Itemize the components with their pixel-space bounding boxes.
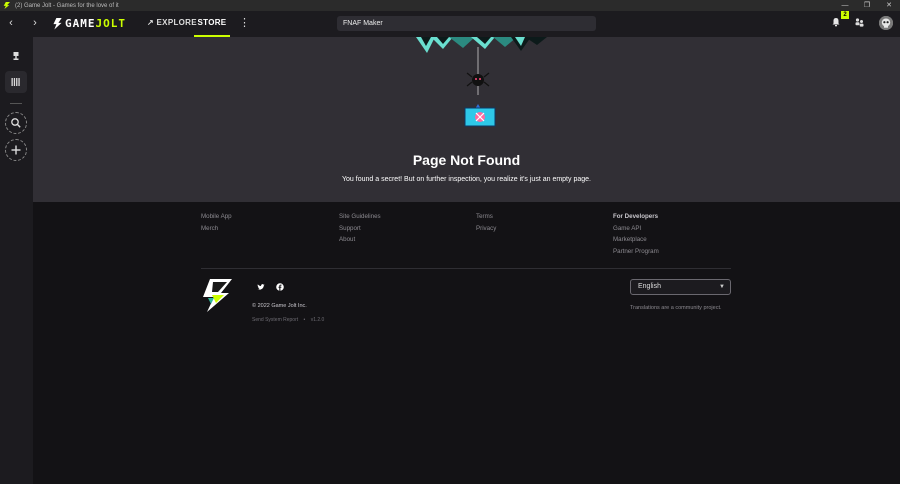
logo-word-jolt: JOLT xyxy=(95,17,126,30)
footer-heading-developers: For Developers xyxy=(613,213,659,220)
page-not-found-message: You found a secret! But on further inspe… xyxy=(342,176,591,183)
facebook-icon[interactable] xyxy=(276,283,284,291)
sidebar-library-button[interactable] xyxy=(5,71,27,93)
twitter-icon[interactable] xyxy=(257,283,265,291)
trophy-icon xyxy=(13,52,19,60)
bolt-icon xyxy=(53,17,62,30)
nav-store[interactable]: STORE xyxy=(194,11,230,37)
notification-count-badge: 2 xyxy=(841,11,849,19)
window-controls: — ❐ ✕ xyxy=(834,0,900,11)
language-select[interactable]: English ▼ xyxy=(630,279,731,295)
notification-bell-icon[interactable] xyxy=(831,17,841,27)
sidebar-add-button[interactable] xyxy=(5,139,27,161)
footer-link-site-guidelines[interactable]: Site Guidelines xyxy=(339,211,381,223)
skull-avatar-icon xyxy=(879,16,893,30)
footer-link-merch[interactable]: Merch xyxy=(201,223,232,235)
translations-note: Translations are a community project. xyxy=(630,305,722,311)
sidebar-search-button[interactable] xyxy=(5,112,27,134)
game-jolt-app-icon xyxy=(3,2,10,9)
sidebar-trophy-button[interactable] xyxy=(5,45,27,67)
chevron-down-icon: ▼ xyxy=(719,284,725,290)
friends-icon[interactable] xyxy=(854,17,865,28)
send-system-report-link[interactable]: Send System Report xyxy=(252,317,298,323)
more-menu-button[interactable]: ⋮ xyxy=(239,17,250,29)
game-jolt-logo[interactable]: GAME JOLT xyxy=(53,17,126,30)
system-report-row: Send System Report • v1.2.0 xyxy=(252,317,324,323)
forward-button[interactable]: › xyxy=(28,16,42,30)
footer-link-terms[interactable]: Terms xyxy=(476,211,496,223)
minimize-button[interactable]: — xyxy=(834,0,856,11)
page-not-found-panel: Page Not Found You found a secret! But o… xyxy=(33,37,900,202)
logo-word-game: GAME xyxy=(65,17,96,30)
left-sidebar xyxy=(0,37,33,484)
window-title: (2) Game Jolt - Games for the love of it xyxy=(15,2,119,9)
close-window-button[interactable]: ✕ xyxy=(878,0,900,11)
footer-link-support[interactable]: Support xyxy=(339,223,381,235)
window-titlebar: (2) Game Jolt - Games for the love of it… xyxy=(0,0,900,11)
explore-icon: ↗ xyxy=(147,18,155,27)
page-title: Page Not Found xyxy=(412,152,521,168)
hanging-spider-illustration xyxy=(416,37,547,127)
nav-explore[interactable]: ↗ EXPLORE xyxy=(147,11,197,37)
plus-icon xyxy=(11,145,21,155)
search-input[interactable] xyxy=(337,16,596,31)
nav-store-label: STORE xyxy=(197,18,227,27)
footer-column-1: Mobile App Merch xyxy=(201,211,232,234)
footer-link-privacy[interactable]: Privacy xyxy=(476,223,496,235)
footer-column-3: Terms Privacy xyxy=(476,211,496,234)
separator-bullet: • xyxy=(303,317,306,323)
version-label: v1.2.0 xyxy=(310,317,325,323)
copyright-text: © 2022 Game Jolt Inc. xyxy=(252,303,307,309)
back-button[interactable]: ‹ xyxy=(4,16,18,30)
footer-link-about[interactable]: About xyxy=(339,234,381,246)
footer-column-2: Site Guidelines Support About xyxy=(339,211,381,246)
maximize-button[interactable]: ❐ xyxy=(856,0,878,11)
footer-link-partner-program[interactable]: Partner Program xyxy=(613,246,659,258)
footer-column-developers: For Developers Game API Marketplace Part… xyxy=(613,211,659,257)
footer-link-game-api[interactable]: Game API xyxy=(613,223,659,235)
search-icon xyxy=(11,118,21,128)
sidebar-divider xyxy=(10,103,22,104)
game-jolt-footer-logo[interactable] xyxy=(201,278,233,313)
footer-link-marketplace[interactable]: Marketplace xyxy=(613,234,659,246)
footer-divider xyxy=(201,268,731,269)
library-icon xyxy=(11,78,20,86)
language-select-value: English xyxy=(638,283,661,290)
footer-link-mobile-app[interactable]: Mobile App xyxy=(201,211,232,223)
nav-explore-label: EXPLORE xyxy=(156,18,197,27)
user-avatar[interactable] xyxy=(879,16,893,30)
